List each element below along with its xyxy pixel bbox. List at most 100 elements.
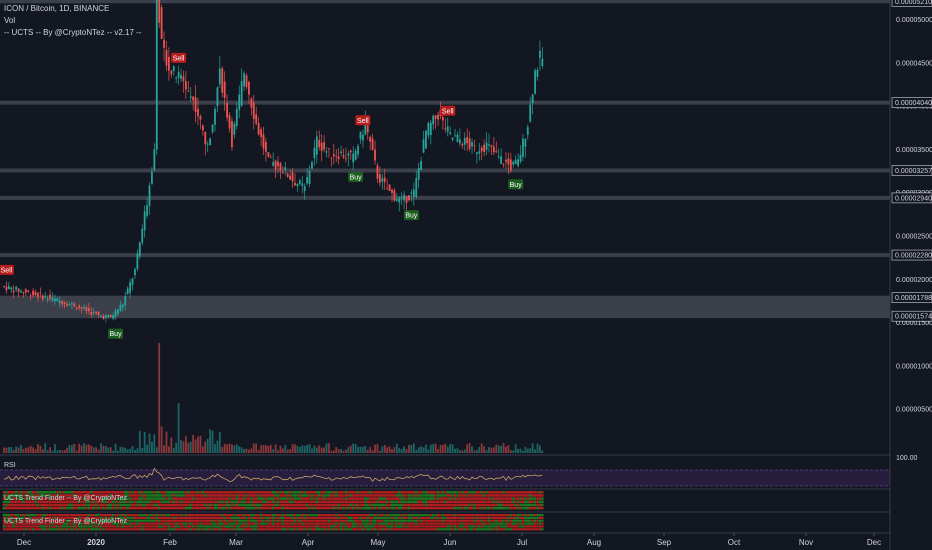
volume-bar [138, 431, 141, 453]
trend-cell [235, 525, 238, 528]
trend-cell [436, 514, 440, 517]
trend-cell [468, 525, 471, 528]
trend-cell [201, 491, 205, 494]
trend-cell [286, 494, 289, 497]
trend-cell [24, 503, 28, 507]
trend-cell [162, 522, 166, 525]
trend-cell [41, 528, 44, 531]
trend-cell [301, 503, 304, 507]
trend-cell [153, 497, 156, 500]
trend-cell [269, 494, 272, 497]
trend-cell [264, 503, 268, 507]
candle-body [313, 147, 316, 159]
trend-cell [422, 516, 425, 520]
trend-cell [412, 516, 416, 520]
trend-cell [398, 494, 401, 497]
trend-cell [361, 503, 365, 507]
trend-cell [368, 522, 372, 525]
trend-cell [145, 503, 149, 507]
trend-cell [347, 525, 350, 528]
trend-cell [485, 500, 488, 504]
trend-cell [131, 497, 134, 500]
trend-cell [184, 514, 188, 517]
trend-cell [531, 525, 534, 528]
trend-cell [17, 525, 20, 528]
trend-cell [223, 522, 226, 525]
trend-cell [478, 503, 481, 507]
trend-cell [432, 500, 435, 504]
trend-cell [301, 494, 304, 497]
trend-cell [344, 519, 348, 522]
trend-cell [310, 525, 314, 528]
trend-cell [136, 506, 139, 510]
trend-cell [187, 525, 190, 528]
trend-cell [204, 525, 207, 528]
trend-cell [381, 503, 384, 507]
trend-cell [172, 516, 175, 520]
trend-cell [162, 503, 166, 507]
trend-cell [322, 522, 326, 525]
volume-bar [155, 447, 158, 453]
trend-cell [352, 500, 355, 504]
trend-cell [465, 528, 469, 531]
trend-cell [138, 500, 141, 504]
trend-cell [419, 525, 423, 528]
volume-bar [286, 449, 289, 453]
trend-cell [449, 491, 452, 494]
candle-body [352, 153, 355, 163]
chart-title[interactable]: ICON / Bitcoin, 1D, BINANCE [4, 4, 109, 14]
trend-cell [512, 500, 515, 504]
trend-cell [138, 516, 141, 520]
buy-signal-label: Buy [110, 331, 123, 338]
candle-body [214, 109, 216, 125]
trend-cell [524, 503, 527, 507]
trend-cell [97, 514, 100, 517]
price-tick-label: 0.00002500 [896, 234, 932, 241]
candle-body [408, 195, 410, 201]
trend-cell [463, 506, 466, 510]
trend-cell [417, 519, 420, 522]
price-chart[interactable]: SellBuySellSellBuyBuySellBuy RSI100.00 U… [0, 0, 932, 550]
trend-cell [245, 522, 248, 525]
trend-cell [339, 528, 343, 531]
trend-cell [398, 516, 401, 520]
trend-cell [456, 516, 459, 520]
trend-cell [463, 497, 466, 500]
trend-cell [502, 497, 505, 500]
volume-bar [306, 444, 309, 453]
trend-cell [492, 514, 496, 517]
trend-cell [223, 500, 226, 504]
trend-cell [354, 516, 357, 520]
trend-cell [111, 506, 115, 510]
trend-cell [111, 491, 115, 494]
trend-cell [153, 506, 156, 510]
trend-cell [327, 503, 331, 507]
trend-cell [354, 525, 357, 528]
candle-body [155, 0, 158, 150]
volume-bar [323, 447, 325, 453]
trend-cell [410, 519, 413, 522]
trend-cell [373, 528, 377, 531]
indicator-legend[interactable]: -- UCTS -- By @CryptoNTez -- v2.17 -- [4, 28, 141, 38]
trend-cell [417, 500, 420, 504]
trend-cell [524, 519, 527, 522]
volume-bar [54, 444, 56, 453]
candle-body [238, 94, 241, 110]
trend-cell [330, 514, 333, 517]
volume-bar [393, 446, 396, 453]
trend-cell [82, 528, 86, 531]
trend-cell [521, 491, 525, 494]
trend-cell [12, 514, 15, 517]
candle-body [177, 71, 180, 78]
trend-cell [271, 506, 275, 510]
trend-cell [257, 516, 260, 520]
trend-cell [114, 514, 117, 517]
volume-bar [32, 447, 34, 453]
trend-cell [48, 491, 52, 494]
trend-cell [444, 528, 447, 531]
volume-legend[interactable]: Vol [4, 16, 15, 26]
trend-cell [325, 522, 328, 525]
trend-cell [327, 514, 331, 517]
trend-cell [279, 503, 282, 507]
trend-cell [165, 503, 168, 507]
